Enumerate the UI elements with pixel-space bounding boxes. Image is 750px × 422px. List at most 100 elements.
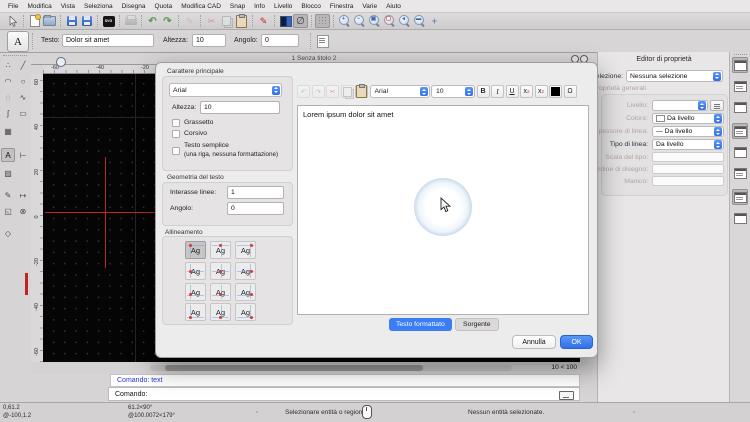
text-value-input[interactable]: Dolor sit amet [62,34,154,47]
dimension-tool-icon[interactable]: ⊢ [16,148,30,162]
italic-button[interactable]: I [491,85,504,98]
menu-quota[interactable]: Quota [154,3,172,10]
editor-copy-icon[interactable] [340,85,354,98]
color-combo[interactable]: Da livello [652,113,724,124]
zoom-out-icon[interactable]: − [352,14,367,28]
editor-undo-icon[interactable]: ↶ [297,85,310,98]
grid-toggle-icon[interactable] [315,14,330,28]
clipboard-panel-toggle-icon[interactable] [732,210,748,226]
superscript-button[interactable]: x2 [520,85,533,98]
undo-icon[interactable]: ↶ [145,14,160,28]
align-base-right-button[interactable]: Ag [235,283,256,301]
menu-seleziona[interactable]: Seleziona [84,3,113,10]
paste-icon[interactable] [234,13,249,28]
print-icon[interactable] [123,14,138,28]
editor-font-combo[interactable]: Arial [369,85,430,98]
editor-redo-icon[interactable]: ↷ [311,85,325,98]
align-bottom-center-button[interactable]: Ag [210,303,231,321]
cancel-button[interactable]: Annulla [512,335,556,349]
angle-value-input[interactable]: 0 [261,34,299,47]
zoom-in-icon[interactable]: + [337,14,352,28]
save-file-icon[interactable] [64,14,79,28]
handle-input[interactable] [652,176,724,186]
linetype-combo[interactable]: Da livello [652,139,724,150]
restrict-off-icon[interactable]: ∅ [293,14,308,28]
keyboard-icon[interactable] [559,391,574,400]
height-value-input[interactable]: 10 [192,34,226,47]
property-editor-toggle-icon[interactable] [732,57,748,73]
open-file-icon[interactable] [42,14,57,28]
special-characters-button[interactable]: Ω [563,85,577,98]
palette-drag-handle[interactable] [3,55,27,56]
hatch-tool-icon[interactable]: ▦ [1,124,15,138]
ellipse-tool-icon[interactable]: ◌ [1,90,15,104]
draw-order-input[interactable] [652,164,724,174]
layer-list-toggle-icon[interactable] [732,123,748,139]
redo-icon[interactable]: ↷ [160,14,175,28]
font-family-combo[interactable]: Arial [169,83,282,97]
snap-tool-icon[interactable]: ⊗ [16,204,30,218]
arc-tool-icon[interactable]: ◠ [1,74,15,88]
linetype-scale-input[interactable] [652,152,724,162]
block-list-toggle-icon[interactable] [732,78,748,94]
align-bottom-right-button[interactable]: Ag [235,303,256,321]
menu-info[interactable]: Info [254,3,265,10]
command-input-row[interactable]: Comando: [108,387,580,401]
menu-disegna[interactable]: Disegna [122,3,146,10]
menu-blocco[interactable]: Blocco [301,3,321,10]
line-spacing-input[interactable]: 1 [227,186,284,199]
new-file-icon[interactable] [27,14,42,28]
zoom-window-icon[interactable]: ▬ [412,14,427,28]
palette-drag-handle[interactable] [734,54,747,55]
library-browser-toggle-icon[interactable] [732,189,748,205]
selection-filter-toggle-icon[interactable] [732,144,748,160]
selection-combo[interactable]: Nessuna selezione [626,70,723,82]
layer-menu-button[interactable] [710,100,724,111]
text-dialog-icon[interactable] [315,34,330,48]
tab-rich-text[interactable]: Testo formattato [389,318,452,331]
dialog-height-input[interactable]: 10 [200,101,280,114]
menu-file[interactable]: File [8,3,18,10]
command-line-toggle-icon[interactable] [732,165,748,181]
modify-tool-icon[interactable]: ✎ [1,188,15,202]
align-top-right-button[interactable]: Ag [235,241,256,259]
ok-button[interactable]: OK [560,335,593,349]
text-tool-button[interactable]: A [7,31,29,52]
auto-zoom-icon[interactable]: ▣ [367,14,382,28]
line-tool-icon[interactable]: ╱ [16,58,30,72]
cut-icon[interactable]: ✂ [204,14,219,28]
align-top-center-button[interactable]: Ag [210,241,231,259]
transform-tool-icon[interactable]: ◱ [1,204,15,218]
scrollbar-thumb[interactable] [165,365,423,371]
align-base-left-button[interactable]: Ag [185,283,206,301]
align-middle-right-button[interactable]: Ag [235,262,256,280]
text-tool-icon[interactable]: A [1,148,15,162]
svg-export-icon[interactable]: SVG [101,14,116,28]
editor-cut-icon[interactable]: ✂ [326,85,339,98]
select-cursor-icon[interactable] [5,14,20,28]
solid-tool-icon[interactable]: ◇ [1,226,15,240]
dialog-angle-input[interactable]: 0 [227,202,284,215]
view-list-toggle-icon[interactable] [732,99,748,115]
zoom-previous-icon[interactable]: ◂ [397,14,412,28]
menu-finestra[interactable]: Finestra [330,3,353,10]
bold-button[interactable]: B [476,85,490,98]
menu-modifica-cad[interactable]: Modifica CAD [181,3,221,10]
align-middle-center-button[interactable]: Ag [210,262,231,280]
menu-aiuto[interactable]: Aiuto [386,3,401,10]
editor-paste-icon[interactable] [355,84,368,98]
circle-tool-icon[interactable]: ○ [16,74,30,88]
draw-pen-icon[interactable]: ✎ [182,14,197,28]
tab-source[interactable]: Sorgente [455,318,499,331]
simple-text-checkbox[interactable] [172,147,180,155]
measure-flag-icon[interactable] [278,14,293,28]
align-base-center-button[interactable]: Ag [210,283,231,301]
menu-varie[interactable]: Varie [362,3,377,10]
subscript-button[interactable]: x2 [534,85,548,98]
layer-combo[interactable] [652,100,708,111]
align-middle-left-button[interactable]: Ag [185,262,206,280]
menu-modifica[interactable]: Modifica [27,3,51,10]
menu-livello[interactable]: Livello [274,3,292,10]
editor-size-combo[interactable]: 10 [431,85,475,98]
align-top-left-button[interactable]: Ag [185,241,206,259]
